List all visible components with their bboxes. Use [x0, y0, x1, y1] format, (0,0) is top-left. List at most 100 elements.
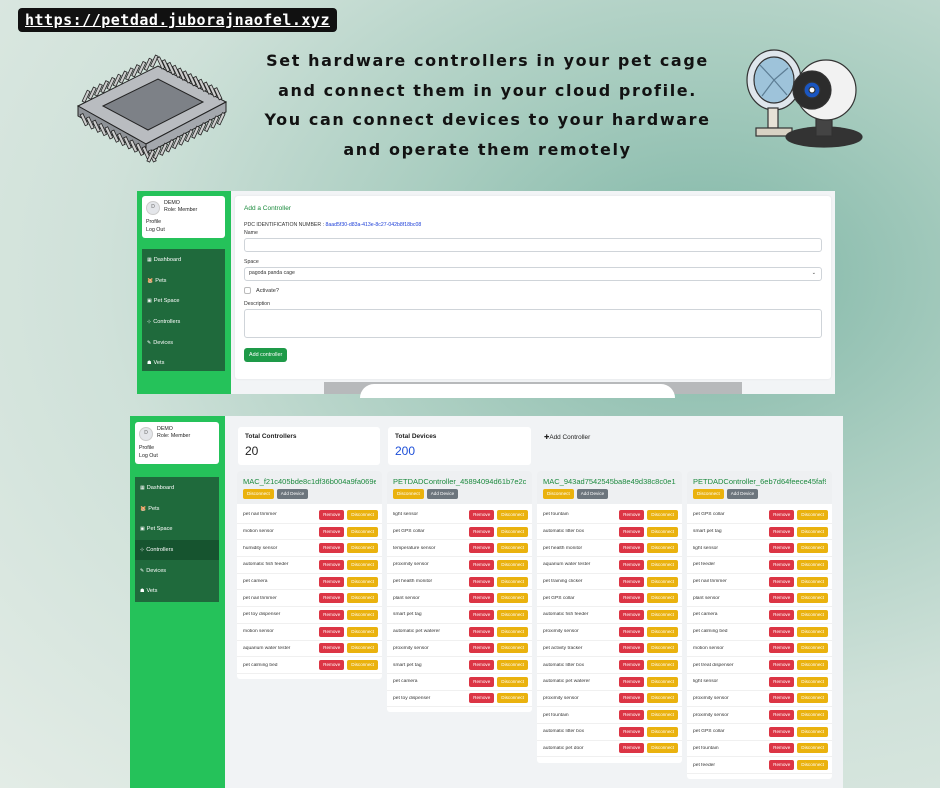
logout-link[interactable]: Log Out [146, 227, 165, 235]
remove-device-button[interactable]: Remove [619, 526, 645, 537]
remove-device-button[interactable]: Remove [469, 526, 495, 537]
remove-device-button[interactable]: Remove [619, 559, 645, 570]
disconnect-device-button[interactable]: Disconnect [347, 559, 378, 570]
remove-device-button[interactable]: Remove [619, 593, 645, 604]
remove-device-button[interactable]: Remove [469, 509, 495, 520]
disconnect-device-button[interactable]: Disconnect [647, 643, 678, 654]
add-device-button[interactable]: Add Device [276, 489, 309, 499]
add-device-button[interactable]: Add Device [426, 489, 459, 499]
sidebar-item-pets[interactable]: 🐹 Pets [135, 499, 219, 520]
profile-link[interactable]: Profile [139, 445, 154, 453]
sidebar-item-vets[interactable]: ☗ Vets [142, 353, 225, 374]
remove-device-button[interactable]: Remove [319, 643, 345, 654]
disconnect-device-button[interactable]: Disconnect [497, 576, 528, 587]
description-textarea[interactable] [244, 309, 822, 338]
remove-device-button[interactable]: Remove [619, 509, 645, 520]
disconnect-device-button[interactable]: Disconnect [497, 643, 528, 654]
disconnect-device-button[interactable]: Disconnect [347, 609, 378, 620]
disconnect-device-button[interactable]: Disconnect [797, 509, 828, 520]
remove-device-button[interactable]: Remove [769, 660, 795, 671]
sidebar-item-devices[interactable]: ✎ Devices [135, 560, 219, 581]
remove-device-button[interactable]: Remove [319, 609, 345, 620]
logout-link[interactable]: Log Out [139, 453, 158, 461]
remove-device-button[interactable]: Remove [769, 559, 795, 570]
disconnect-device-button[interactable]: Disconnect [647, 710, 678, 721]
disconnect-device-button[interactable]: Disconnect [647, 559, 678, 570]
disconnect-device-button[interactable]: Disconnect [797, 609, 828, 620]
disconnect-device-button[interactable]: Disconnect [497, 509, 528, 520]
disconnect-device-button[interactable]: Disconnect [797, 743, 828, 754]
remove-device-button[interactable]: Remove [469, 593, 495, 604]
disconnect-device-button[interactable]: Disconnect [797, 576, 828, 587]
remove-device-button[interactable]: Remove [619, 743, 645, 754]
disconnect-device-button[interactable]: Disconnect [797, 693, 828, 704]
sidebar-item-devices[interactable]: ✎ Devices [142, 332, 225, 353]
disconnect-device-button[interactable]: Disconnect [647, 626, 678, 637]
remove-device-button[interactable]: Remove [619, 643, 645, 654]
remove-device-button[interactable]: Remove [469, 626, 495, 637]
remove-device-button[interactable]: Remove [469, 559, 495, 570]
remove-device-button[interactable]: Remove [769, 643, 795, 654]
sidebar-item-controllers[interactable]: ⊹ Controllers [142, 312, 225, 333]
remove-device-button[interactable]: Remove [619, 710, 645, 721]
remove-device-button[interactable]: Remove [319, 526, 345, 537]
disconnect-device-button[interactable]: Disconnect [347, 643, 378, 654]
remove-device-button[interactable]: Remove [769, 609, 795, 620]
disconnect-device-button[interactable]: Disconnect [797, 626, 828, 637]
remove-device-button[interactable]: Remove [319, 509, 345, 520]
remove-device-button[interactable]: Remove [769, 509, 795, 520]
remove-device-button[interactable]: Remove [769, 760, 795, 771]
add-controller-link[interactable]: ✚Add Controller [544, 433, 590, 441]
disconnect-device-button[interactable]: Disconnect [797, 593, 828, 604]
disconnect-device-button[interactable]: Disconnect [647, 576, 678, 587]
sidebar-item-pet-space[interactable]: ▣ Pet Space [142, 291, 225, 312]
remove-device-button[interactable]: Remove [469, 693, 495, 704]
remove-device-button[interactable]: Remove [619, 609, 645, 620]
remove-device-button[interactable]: Remove [319, 543, 345, 554]
remove-device-button[interactable]: Remove [769, 710, 795, 721]
disconnect-device-button[interactable]: Disconnect [347, 626, 378, 637]
disconnect-device-button[interactable]: Disconnect [797, 643, 828, 654]
remove-device-button[interactable]: Remove [619, 543, 645, 554]
remove-device-button[interactable]: Remove [469, 609, 495, 620]
disconnect-device-button[interactable]: Disconnect [797, 543, 828, 554]
sidebar-item-dashboard[interactable]: ▦ Dashboard [142, 250, 225, 271]
disconnect-controller-button[interactable]: Disconnect [693, 489, 724, 499]
sidebar-item-vets[interactable]: ☗ Vets [135, 581, 219, 602]
remove-device-button[interactable]: Remove [769, 726, 795, 737]
disconnect-device-button[interactable]: Disconnect [347, 543, 378, 554]
disconnect-device-button[interactable]: Disconnect [797, 676, 828, 687]
remove-device-button[interactable]: Remove [319, 559, 345, 570]
sidebar-item-pet-space[interactable]: ▣ Pet Space [135, 519, 219, 540]
disconnect-device-button[interactable]: Disconnect [497, 660, 528, 671]
disconnect-device-button[interactable]: Disconnect [797, 760, 828, 771]
remove-device-button[interactable]: Remove [619, 676, 645, 687]
disconnect-device-button[interactable]: Disconnect [497, 543, 528, 554]
site-url[interactable]: https://petdad.juborajnaofel.xyz [18, 8, 337, 32]
name-input[interactable] [244, 238, 822, 252]
remove-device-button[interactable]: Remove [619, 576, 645, 587]
remove-device-button[interactable]: Remove [619, 693, 645, 704]
disconnect-device-button[interactable]: Disconnect [347, 660, 378, 671]
disconnect-device-button[interactable]: Disconnect [797, 559, 828, 570]
remove-device-button[interactable]: Remove [769, 676, 795, 687]
remove-device-button[interactable]: Remove [469, 543, 495, 554]
remove-device-button[interactable]: Remove [319, 660, 345, 671]
disconnect-device-button[interactable]: Disconnect [347, 509, 378, 520]
disconnect-device-button[interactable]: Disconnect [497, 676, 528, 687]
remove-device-button[interactable]: Remove [769, 526, 795, 537]
remove-device-button[interactable]: Remove [619, 660, 645, 671]
remove-device-button[interactable]: Remove [319, 593, 345, 604]
disconnect-device-button[interactable]: Disconnect [647, 526, 678, 537]
disconnect-device-button[interactable]: Disconnect [647, 609, 678, 620]
add-device-button[interactable]: Add Device [726, 489, 759, 499]
add-controller-button[interactable]: Add controller [244, 348, 288, 362]
remove-device-button[interactable]: Remove [619, 626, 645, 637]
disconnect-device-button[interactable]: Disconnect [347, 526, 378, 537]
disconnect-device-button[interactable]: Disconnect [647, 660, 678, 671]
disconnect-device-button[interactable]: Disconnect [347, 593, 378, 604]
sidebar-item-controllers[interactable]: ⊹ Controllers [135, 539, 219, 561]
disconnect-device-button[interactable]: Disconnect [497, 693, 528, 704]
activate-checkbox[interactable] [244, 287, 251, 294]
disconnect-device-button[interactable]: Disconnect [497, 626, 528, 637]
